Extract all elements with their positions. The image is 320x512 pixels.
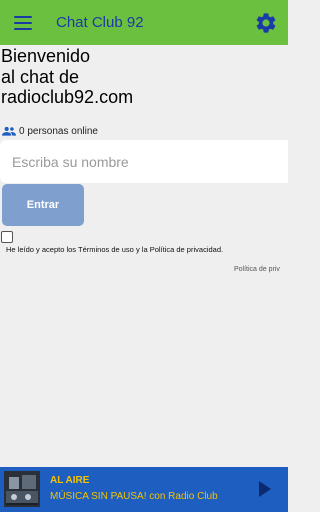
online-count-text: 0 personas online (19, 125, 98, 137)
terms-of-use-link[interactable]: Términos de uso (78, 245, 134, 254)
welcome-line-3: radioclub92.com (1, 87, 134, 107)
play-icon[interactable] (258, 480, 272, 498)
welcome-line-2: al chat de (1, 66, 80, 87)
app-bar: Chat Club 92 (0, 0, 288, 45)
welcome-line-1: Bienvenido (1, 46, 91, 66)
welcome-heading: Bienvenido al chat de radioclub92.com (1, 46, 281, 108)
privacy-policy-link[interactable]: Política de privacidad (150, 245, 221, 254)
player-bar: AL AIRE MÚSICA SIN PAUSA! con Radio Club (0, 467, 288, 512)
on-air-label: AL AIRE (50, 475, 90, 486)
station-cover-image[interactable] (4, 471, 40, 507)
name-input[interactable] (0, 140, 288, 183)
terms-middle: y la (133, 245, 150, 254)
terms-text: He leído y acepto los Términos de uso y … (6, 245, 223, 254)
app-title: Chat Club 92 (56, 14, 144, 31)
people-icon (2, 126, 16, 136)
enter-button[interactable]: Entrar (2, 184, 84, 226)
terms-prefix: He leído y acepto los (6, 245, 78, 254)
privacy-footer-link[interactable]: Política de priv (234, 266, 280, 273)
online-count: 0 personas online (2, 124, 98, 138)
gear-icon[interactable] (254, 11, 278, 35)
track-title: MÚSICA SIN PAUSA! con Radio Club (50, 491, 218, 502)
terms-suffix: . (221, 245, 224, 254)
terms-checkbox[interactable] (1, 231, 13, 243)
hamburger-menu-icon[interactable] (14, 15, 32, 30)
